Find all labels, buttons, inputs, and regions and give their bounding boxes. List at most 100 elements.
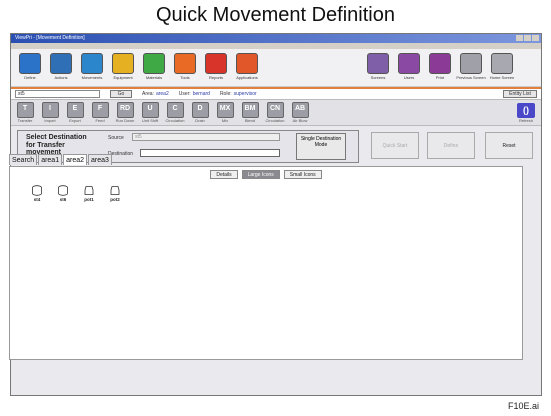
equipment-item[interactable]: pot1 bbox=[78, 185, 100, 202]
type-blend-button[interactable]: BM Blend bbox=[240, 102, 260, 123]
applications-icon bbox=[236, 53, 258, 74]
tank-icon bbox=[58, 185, 68, 196]
tab-area1[interactable]: area1 bbox=[38, 154, 63, 165]
role-label: Role: bbox=[219, 91, 232, 97]
reports-icon bbox=[205, 53, 227, 74]
type-label: Blend bbox=[244, 118, 256, 123]
tab-area3[interactable]: area3 bbox=[88, 154, 112, 165]
toolbar-label: Print bbox=[435, 75, 445, 80]
single-destination-mode-button[interactable]: Single Destination Mode bbox=[296, 133, 346, 160]
equipment-name: st6 bbox=[59, 197, 67, 202]
toolbar-home-screen-button[interactable]: Home Screen bbox=[489, 53, 515, 80]
tab-area2[interactable]: area2 bbox=[63, 154, 87, 165]
role-value: supervisor bbox=[233, 91, 257, 97]
quick-start-button[interactable]: Quick Start bbox=[371, 132, 419, 159]
toolbar-actions-button[interactable]: Actions bbox=[48, 53, 74, 80]
toolbar-label: Users bbox=[403, 75, 415, 80]
toolbar-label: Previous Screen bbox=[456, 75, 486, 80]
type-label: Transfer bbox=[17, 118, 33, 123]
details-view-button[interactable]: Details bbox=[210, 170, 238, 179]
area-info: Area: area2 bbox=[142, 91, 169, 97]
type-e-icon: E bbox=[66, 102, 84, 118]
refresh-button[interactable]: () Refresh bbox=[517, 103, 535, 123]
type-label: Export bbox=[69, 118, 81, 123]
type-label: Circulation bbox=[165, 118, 185, 123]
type-ab-icon: AB bbox=[291, 102, 309, 118]
type-mix-button[interactable]: MX Mix bbox=[215, 102, 235, 123]
large-icons-view-button[interactable]: Large Icons bbox=[241, 170, 280, 179]
figure-id: F10E.ai bbox=[507, 401, 539, 411]
equipment-item[interactable]: pot2 bbox=[104, 185, 126, 202]
toolbar-screens-button[interactable]: Screens bbox=[365, 53, 391, 80]
define-icon bbox=[19, 53, 41, 74]
toolbar-movements-button[interactable]: Movements bbox=[79, 53, 105, 80]
type-drain-button[interactable]: D Drain bbox=[190, 102, 210, 123]
screenshot: Quick Movement Definition ViewPri - [Mov… bbox=[0, 0, 551, 416]
type-i-icon: I bbox=[41, 102, 59, 118]
toolbar-previous-screen-button[interactable]: Previous Screen bbox=[456, 53, 486, 80]
equipment-item[interactable]: st4 bbox=[26, 185, 48, 202]
view-options: Details Large Icons Small Icons bbox=[10, 167, 522, 179]
toolbar-label: Actions bbox=[54, 75, 68, 80]
toolbar-applications-button[interactable]: Applications bbox=[234, 53, 260, 80]
entity-list-button[interactable]: Entity List bbox=[503, 90, 537, 98]
type-label: Mix bbox=[221, 118, 229, 123]
toolbar-reports-button[interactable]: Reports bbox=[203, 53, 229, 80]
close-button[interactable] bbox=[532, 35, 539, 41]
toolbar-materials-button[interactable]: Materials bbox=[141, 53, 167, 80]
tab-search[interactable]: Search bbox=[9, 154, 38, 165]
type-air-blow-button[interactable]: AB Air Blow bbox=[290, 102, 310, 123]
equipment-icon bbox=[112, 53, 134, 74]
small-icons-view-button[interactable]: Small Icons bbox=[283, 170, 322, 179]
toolbar-print-button[interactable]: Print bbox=[427, 53, 453, 80]
reset-button[interactable]: Reset bbox=[485, 132, 533, 159]
type-circulation-button[interactable]: C Circulation bbox=[165, 102, 185, 123]
type-cn-icon: CN bbox=[266, 102, 284, 118]
toolbar-label: Equipment bbox=[113, 75, 133, 80]
equipment-browser: Details Large Icons Small Icons st4 st6 pot1… bbox=[9, 166, 523, 360]
toolbar-label: Home Screen bbox=[489, 75, 515, 80]
toolbar-label: Movements bbox=[81, 75, 103, 80]
type-feed-button[interactable]: F Feed bbox=[90, 102, 110, 123]
source-field: st5 bbox=[132, 133, 280, 141]
figure-title: Quick Movement Definition bbox=[156, 4, 395, 26]
minimize-button[interactable] bbox=[516, 35, 523, 41]
toolbar-users-button[interactable]: Users bbox=[396, 53, 422, 80]
materials-icon bbox=[143, 53, 165, 74]
type-circulation-button[interactable]: CN Circulation bbox=[265, 102, 285, 123]
type-unit-shift-button[interactable]: U Unit Shift bbox=[140, 102, 160, 123]
screens-icon bbox=[367, 53, 389, 74]
window-controls bbox=[516, 35, 539, 41]
toolbar-label: Screens bbox=[370, 75, 386, 80]
toolbar-define-button[interactable]: Define bbox=[17, 53, 43, 80]
user-label: User: bbox=[178, 91, 191, 97]
refresh-label: Refresh bbox=[518, 118, 533, 123]
area-value: area2 bbox=[155, 91, 169, 97]
define-button[interactable]: Define bbox=[427, 132, 475, 159]
tools-icon bbox=[174, 53, 196, 74]
user-value: bernard bbox=[192, 91, 210, 97]
type-t-icon: T bbox=[16, 102, 34, 118]
type-bm-icon: BM bbox=[241, 102, 259, 118]
type-import-button[interactable]: I Import bbox=[40, 102, 60, 123]
home-screen-icon bbox=[491, 53, 513, 74]
type-transfer-button[interactable]: T Transfer bbox=[15, 102, 35, 123]
window-title: ViewPri - [Movement Definition] bbox=[15, 35, 85, 41]
type-d-icon: D bbox=[191, 102, 209, 118]
toolbar-tools-button[interactable]: Tools bbox=[172, 53, 198, 80]
type-run-down-button[interactable]: RD Run Down bbox=[115, 102, 135, 123]
type-export-button[interactable]: E Export bbox=[65, 102, 85, 123]
tank-icon bbox=[32, 185, 42, 196]
maximize-button[interactable] bbox=[524, 35, 531, 41]
destination-field[interactable] bbox=[140, 149, 280, 157]
type-label: Unit Shift bbox=[141, 118, 159, 123]
users-icon bbox=[398, 53, 420, 74]
type-label: Air Blow bbox=[292, 118, 308, 123]
equipment-name: pot2 bbox=[110, 197, 120, 202]
equipment-item[interactable]: st6 bbox=[52, 185, 74, 202]
type-label: Import bbox=[44, 118, 56, 123]
toolbar-equipment-button[interactable]: Equipment bbox=[110, 53, 136, 80]
entity-input[interactable]: st5 bbox=[15, 90, 100, 98]
go-button[interactable]: Go bbox=[110, 90, 132, 98]
user-info: User: bernard bbox=[179, 91, 210, 97]
